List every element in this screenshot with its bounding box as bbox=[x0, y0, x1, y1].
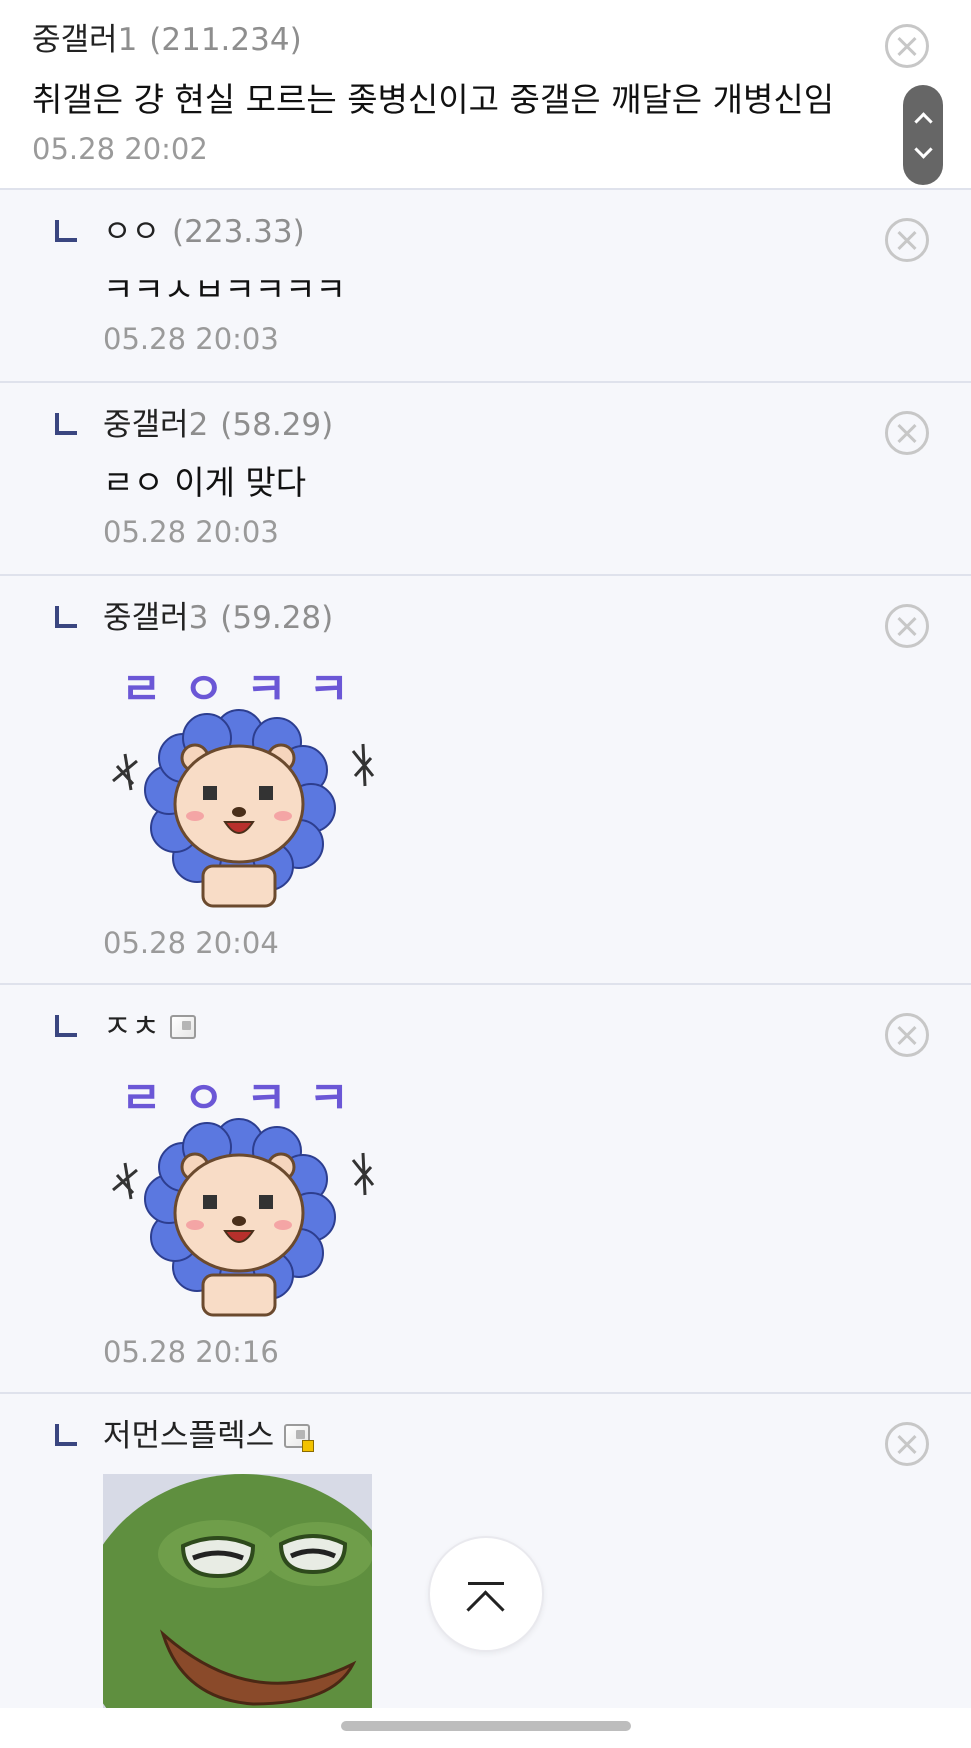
comment-meta: 중갤러1 (211.234) bbox=[32, 20, 302, 60]
ip-address: (211.234) bbox=[149, 22, 302, 58]
reply-item: ㅇㅇ (223.33) ㅋㅋㅅㅂㅋㅋㅋㅋ 05.28 20:03 bbox=[0, 190, 971, 383]
reply-item: 중갤러3 (59.28) ㄹㅇㅋㅋ 05.28 20:04 bbox=[0, 576, 971, 985]
nickname[interactable]: ㅇㅇ bbox=[103, 214, 160, 250]
close-circle-icon[interactable] bbox=[885, 604, 929, 648]
reply-corner-icon bbox=[55, 1424, 77, 1446]
scroll-up-down-icon[interactable] bbox=[903, 85, 943, 185]
chevron-up-icon[interactable] bbox=[914, 112, 933, 131]
chevron-down-icon[interactable] bbox=[914, 140, 933, 159]
reply-item: ㅈㅊ ㄹㅇㅋㅋ 05.28 20:16 bbox=[0, 985, 971, 1394]
lion-flower-sticker[interactable]: ㄹㅇㅋㅋ bbox=[103, 1075, 375, 1323]
comment-timestamp: 05.28 20:03 bbox=[103, 515, 279, 549]
close-circle-icon[interactable] bbox=[885, 1422, 929, 1466]
reply-item: 중갤러2 (58.29) ㄹㅇ 이게 맞다 05.28 20:03 bbox=[0, 383, 971, 576]
nickname[interactable]: 중갤러 bbox=[103, 407, 189, 443]
comment-text: 취갤은 걍 현실 모르는 좆병신이고 중갤은 깨달은 개병신임 bbox=[32, 80, 835, 119]
close-circle-icon[interactable] bbox=[885, 218, 929, 262]
nickname-suffix: 2 bbox=[188, 407, 209, 443]
sticker-text: ㄹㅇㅋㅋ bbox=[121, 1073, 371, 1124]
reply-corner-icon bbox=[55, 1015, 77, 1037]
comment-item: 중갤러1 (211.234) 취갤은 걍 현실 모르는 좆병신이고 중갤은 깨달은… bbox=[0, 0, 971, 190]
close-circle-icon[interactable] bbox=[885, 411, 929, 455]
close-circle-icon[interactable] bbox=[885, 24, 929, 68]
nickname[interactable]: 중갤러 bbox=[32, 22, 118, 58]
comment-timestamp: 05.28 20:02 bbox=[32, 132, 208, 166]
ip-address: (59.28) bbox=[220, 600, 334, 636]
comment-timestamp: 05.28 20:04 bbox=[103, 926, 279, 960]
nickname[interactable]: 중갤러 bbox=[103, 600, 189, 636]
comment-timestamp: 05.28 20:03 bbox=[103, 322, 279, 356]
pepe-frog-image[interactable] bbox=[103, 1474, 372, 1748]
comment-meta: 중갤러2 (58.29) bbox=[103, 405, 333, 445]
nickname[interactable]: ㅈㅊ bbox=[103, 1009, 160, 1045]
ip-address: (223.33) bbox=[172, 214, 305, 250]
reply-corner-icon bbox=[55, 606, 77, 628]
comment-meta: ㅇㅇ (223.33) bbox=[103, 212, 305, 252]
frog-face-icon bbox=[103, 1474, 372, 1748]
scroll-to-top-button[interactable] bbox=[428, 1536, 544, 1652]
comment-text: ㄹㅇ 이게 맞다 bbox=[103, 463, 307, 502]
comment-text: ㅋㅋㅅㅂㅋㅋㅋㅋ bbox=[103, 270, 346, 309]
comment-timestamp: 05.28 20:16 bbox=[103, 1335, 279, 1369]
gallog-icon[interactable] bbox=[170, 1015, 197, 1039]
reply-corner-icon bbox=[55, 413, 77, 435]
nickname-suffix: 3 bbox=[188, 600, 209, 636]
reply-corner-icon bbox=[55, 220, 77, 242]
nickname[interactable]: 저먼스플렉스 bbox=[103, 1418, 274, 1454]
close-circle-icon[interactable] bbox=[885, 1013, 929, 1057]
comment-meta: 중갤러3 (59.28) bbox=[103, 598, 333, 638]
home-indicator[interactable] bbox=[341, 1721, 631, 1731]
top-bar-icon bbox=[468, 1582, 504, 1585]
comment-meta: 저먼스플렉스 bbox=[103, 1416, 315, 1456]
arrow-up-icon bbox=[466, 1590, 505, 1629]
comment-meta: ㅈㅊ bbox=[103, 1007, 197, 1047]
sticker-text: ㄹㅇㅋㅋ bbox=[121, 664, 371, 715]
lion-flower-sticker[interactable]: ㄹㅇㅋㅋ bbox=[103, 666, 375, 914]
ip-address: (58.29) bbox=[220, 407, 334, 443]
gallog-icon[interactable] bbox=[284, 1424, 315, 1452]
nickname-suffix: 1 bbox=[117, 22, 138, 58]
